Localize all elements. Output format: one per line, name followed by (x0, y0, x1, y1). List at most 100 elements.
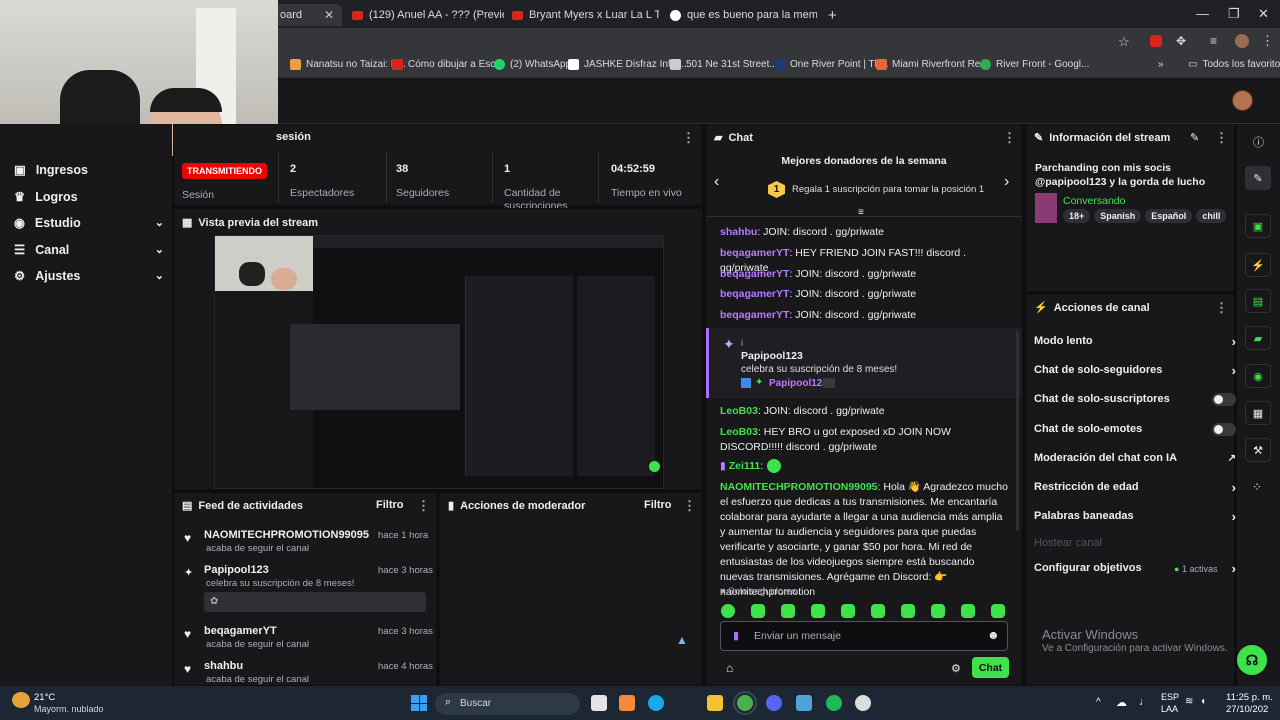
activity-filter-button[interactable]: Filtro (376, 499, 404, 511)
action-subscribers-only[interactable]: Chat de solo-suscriptores (1034, 392, 1236, 406)
bookmark-item[interactable]: JASHKE Disfraz Infla... (568, 59, 687, 70)
rail-settings-button[interactable]: ⚒ (1245, 438, 1271, 462)
emote-picker-icon[interactable]: ☻ (987, 628, 1000, 642)
action-emotes-only[interactable]: Chat de solo-emotes (1034, 422, 1236, 436)
rail-notes-button[interactable]: ▤ (1245, 289, 1271, 313)
bookmark-item[interactable]: 501 Ne 31st Street... (670, 59, 778, 70)
prev-arrow-icon[interactable]: ‹ (714, 173, 719, 191)
help-button[interactable]: ☊ (1237, 645, 1267, 675)
rail-broadcast-button[interactable]: ◉ (1245, 364, 1271, 388)
next-arrow-icon[interactable]: › (1004, 173, 1009, 191)
wifi-icon[interactable]: ≋ (1185, 696, 1193, 707)
sidebar-item-canal[interactable]: ☰ Canal ⌄ (14, 242, 164, 258)
extensions-icon[interactable]: ⁘ (1252, 480, 1262, 494)
weather-icon[interactable] (12, 692, 30, 708)
puzzle-icon[interactable]: ✥ (1176, 34, 1186, 48)
chat-settings-icon[interactable]: ⚙ (951, 662, 961, 675)
emote-icon[interactable] (901, 604, 915, 618)
chat-send-button[interactable]: Chat (972, 657, 1009, 678)
toggle-switch[interactable] (1212, 422, 1236, 436)
sidebar-item-ajustes[interactable]: ⚙ Ajustes ⌄ (14, 268, 164, 284)
sidebar-item-estudio[interactable]: ◉ Estudio ⌄ (14, 215, 164, 231)
rail-chat-button[interactable]: ▰ (1245, 326, 1271, 350)
emote-icon[interactable] (841, 604, 855, 618)
discord-icon[interactable] (766, 695, 782, 711)
app-icon[interactable] (796, 695, 812, 711)
more-options-icon[interactable]: ⋮ (1215, 300, 1228, 316)
chat-username[interactable]: LeoB03 (720, 405, 758, 417)
more-options-icon[interactable]: ⋮ (1215, 130, 1228, 146)
tray-overflow-icon[interactable]: ^ (1096, 697, 1101, 708)
chat-username[interactable]: Zei111 (729, 460, 761, 472)
microphone-icon[interactable]: ♩ (1139, 696, 1150, 708)
bookmark-item[interactable]: One River Point | Th... (774, 59, 889, 70)
chat-username[interactable]: beqagamerYT (720, 288, 789, 300)
moderator-filter-button[interactable]: Filtro (644, 499, 672, 511)
bookmark-item[interactable]: Miami Riverfront Re... (876, 59, 989, 70)
store-icon[interactable]: ⌂ (726, 661, 733, 675)
stream-category[interactable]: Conversando (1063, 195, 1125, 207)
category-boxart[interactable] (1035, 193, 1057, 223)
maximize-icon[interactable]: ❐ (1228, 6, 1240, 22)
taskbar-search[interactable]: ⌕ Buscar (435, 693, 580, 715)
tag-chip[interactable]: chill (1196, 209, 1227, 223)
tag-chip[interactable]: 18+ (1063, 209, 1091, 223)
file-explorer-icon[interactable] (707, 695, 723, 711)
info-icon[interactable]: ⓘ (1253, 134, 1264, 150)
action-ai-moderation[interactable]: Moderación del chat con IA ↗ (1034, 452, 1236, 464)
more-options-icon[interactable]: ⋮ (417, 498, 430, 514)
bookmark-item[interactable]: River Front - Googl... (980, 59, 1089, 70)
action-age-restriction[interactable]: Restricción de edad › (1034, 480, 1236, 495)
rail-clip-button[interactable]: ▣ (1245, 214, 1271, 238)
bookmark-item[interactable]: Cómo dibujar a Esc... (392, 59, 504, 70)
media-icon[interactable]: ≡ (1210, 34, 1217, 48)
stream-video[interactable] (214, 235, 664, 489)
sidebar-item-ingresos[interactable]: ▣ Ingresos (14, 162, 164, 178)
action-followers-only[interactable]: Chat de solo-seguidores › (1034, 363, 1236, 378)
all-bookmarks[interactable]: ▭ Todos los favoritos (1188, 59, 1280, 70)
notice-user[interactable]: Papipool123 (741, 350, 803, 362)
close-tab-icon[interactable]: ✕ (324, 8, 334, 22)
task-view-icon[interactable] (591, 695, 607, 711)
chat-username[interactable]: NAOMITECHPROMOTION99095 (720, 481, 878, 493)
star-icon[interactable]: ☆ (1118, 34, 1130, 50)
windows-start-icon[interactable] (411, 695, 427, 711)
copilot-icon[interactable] (619, 695, 635, 711)
bookmarks-overflow-icon[interactable]: » (1158, 59, 1164, 70)
profile-avatar[interactable] (1235, 34, 1249, 48)
language-indicator[interactable]: ESP (1161, 692, 1179, 702)
emote-icon[interactable] (781, 604, 795, 618)
more-options-icon[interactable]: ⋮ (682, 130, 695, 146)
chat-username[interactable]: LeoB03 (720, 426, 758, 438)
emote-icon[interactable] (871, 604, 885, 618)
more-options-icon[interactable]: ⋮ (683, 498, 696, 514)
close-window-icon[interactable]: ✕ (1258, 6, 1269, 22)
notice-badge-user[interactable]: Papipool123: (769, 378, 831, 389)
toggle-switch[interactable] (1212, 392, 1236, 406)
browser-tab-active[interactable]: oard ✕ (272, 4, 342, 26)
browser-tab[interactable]: que es bueno para la memoria ✕ (662, 4, 817, 26)
chat-username[interactable]: shahbu (720, 226, 757, 238)
mic-icon[interactable]: ▮ (733, 629, 739, 642)
minimize-icon[interactable]: — (1196, 6, 1209, 21)
new-tab-button[interactable]: + (820, 4, 840, 26)
emote-icon[interactable] (811, 604, 825, 618)
action-slow-mode[interactable]: Modo lento › (1034, 334, 1236, 349)
chat-username[interactable]: beqagamerYT (720, 309, 789, 321)
browser-tab[interactable]: Bryant Myers x Luar La L Type B ✕ (504, 4, 659, 26)
action-banned-words[interactable]: Palabras baneadas › (1034, 509, 1236, 524)
tray-app-icon[interactable]: ☁ (1116, 696, 1127, 709)
chat-username[interactable]: beqagamerYT (720, 247, 789, 259)
bookmark-item[interactable]: Nanatsu no Taizai: K... (290, 59, 406, 70)
action-set-goals[interactable]: Configurar objetivos ● 1 activas › (1034, 561, 1236, 576)
menu-icon[interactable]: ⋮ (1261, 33, 1274, 49)
collapse-icon[interactable]: ≡ (858, 207, 864, 218)
more-options-icon[interactable]: ⋮ (1003, 130, 1016, 146)
emote-icon[interactable] (931, 604, 945, 618)
edit-layout-button[interactable]: ✎ (1245, 166, 1271, 190)
chat-input[interactable]: ▮ Enviar un mensaje ☻ (720, 621, 1008, 651)
tag-chip[interactable]: Español (1145, 209, 1193, 223)
chrome-icon[interactable] (737, 695, 753, 711)
rail-lightning-button[interactable]: ⚡ (1245, 253, 1271, 277)
browser-tab[interactable]: (129) Anuel AA - ??? (Preview N ✕ (344, 4, 504, 26)
